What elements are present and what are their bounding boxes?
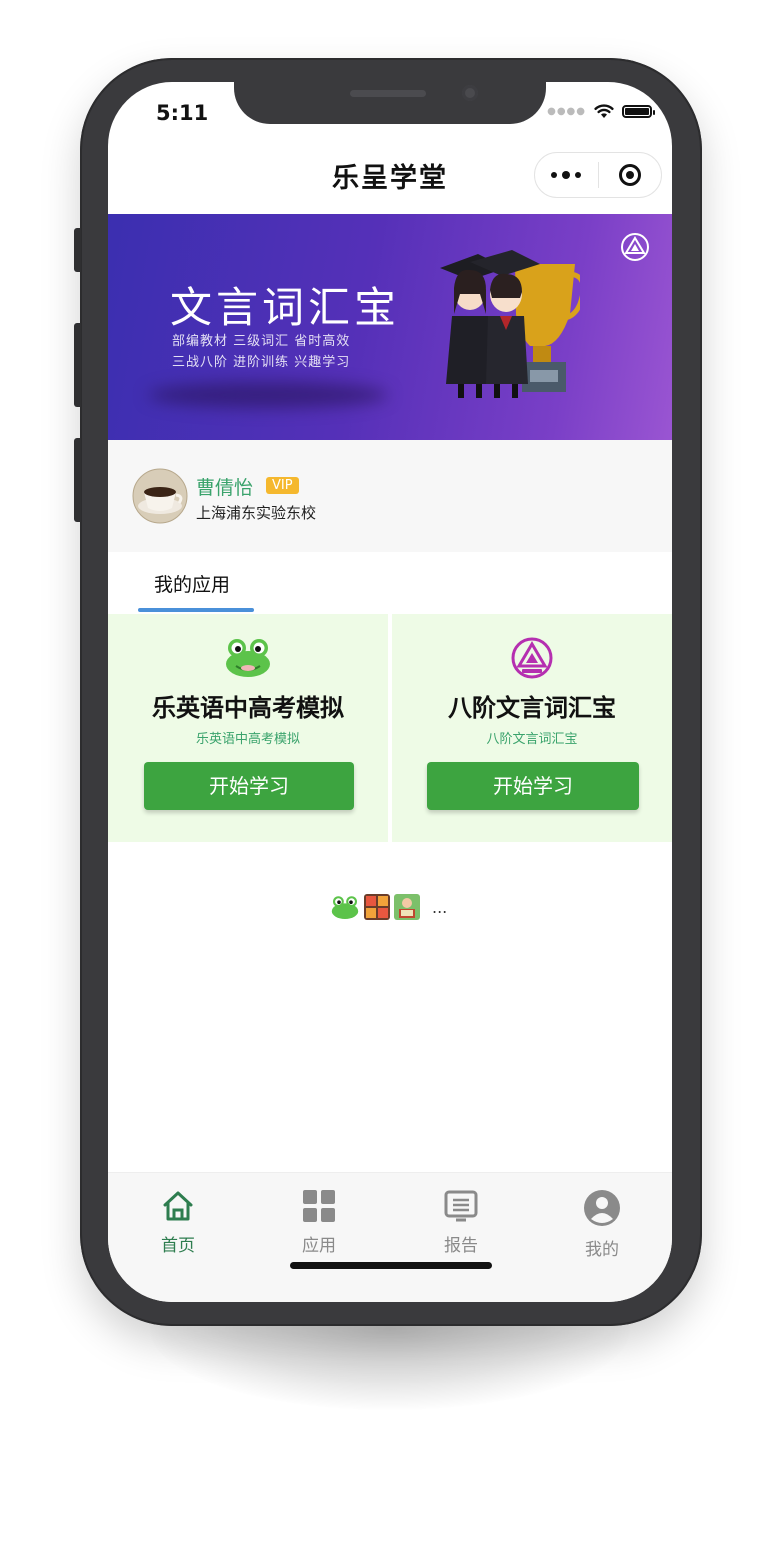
mute-switch [74, 228, 81, 272]
banner-subtitle-1: 部编教材 三级词汇 省时高效 [172, 334, 351, 349]
my-apps-grid: 乐英语中高考模拟 乐英语中高考模拟 开始学习 八阶文言词汇宝 八阶文言词汇宝 开… [108, 614, 672, 842]
bottom-tab-bar: 首页 应用 报告 我的 [108, 1172, 672, 1302]
volume-up-button [74, 323, 81, 407]
app-subtitle: 八阶文言词汇宝 [486, 732, 578, 747]
more-apps-ellipsis: ... [432, 897, 448, 917]
signal-icon: ●●●● [547, 106, 586, 117]
baijie-triangle-logo-icon [511, 637, 553, 679]
coffee-cup-avatar [132, 468, 188, 524]
screen: 5:11 ●●●● 乐呈学堂 文言词汇宝 部编教材 三级词汇 省时高效 三战八阶… [108, 82, 672, 1302]
tab-me[interactable]: 我的 [562, 1189, 642, 1260]
frog-icon [226, 639, 270, 677]
speaker [350, 90, 426, 97]
status-icons: ●●●● [547, 104, 655, 119]
graduates-trophy-illustration [440, 250, 580, 398]
tab-report[interactable]: 报告 [421, 1189, 501, 1256]
battery-icon [622, 105, 655, 118]
banner-glow [148, 382, 388, 408]
more-dots-icon[interactable] [535, 171, 598, 179]
more-apps-row[interactable]: ... [330, 894, 447, 920]
user-icon [584, 1190, 620, 1226]
tab-my-apps-label: 我的应用 [154, 574, 231, 596]
notch [234, 82, 546, 124]
app-name: 八阶文言词汇宝 [448, 694, 616, 722]
tab-home-label: 首页 [161, 1236, 195, 1256]
promo-banner[interactable]: 文言词汇宝 部编教材 三级词汇 省时高效 三战八阶 进阶训练 兴趣学习 [108, 214, 672, 440]
app-subtitle: 乐英语中高考模拟 [195, 732, 300, 747]
mini-program-capsule [534, 152, 662, 198]
tab-apps-label: 应用 [302, 1236, 336, 1256]
tab-home[interactable]: 首页 [138, 1189, 218, 1256]
home-indicator[interactable] [290, 1262, 492, 1269]
math-tiles-icon [364, 894, 390, 920]
home-icon [163, 1191, 193, 1221]
app-name: 乐英语中高考模拟 [152, 694, 344, 722]
user-school: 上海浦东实验东校 [196, 504, 317, 522]
tab-me-label: 我的 [585, 1240, 619, 1260]
banner-title: 文言词汇宝 [170, 283, 401, 332]
app-card-classical-chinese[interactable]: 八阶文言词汇宝 八阶文言词汇宝 开始学习 [392, 614, 672, 842]
tab-apps[interactable]: 应用 [279, 1189, 359, 1256]
target-close-icon[interactable] [599, 164, 662, 186]
start-learning-button[interactable]: 开始学习 [427, 762, 639, 810]
phone-frame: 5:11 ●●●● 乐呈学堂 文言词汇宝 部编教材 三级词汇 省时高效 三战八阶… [74, 58, 702, 1326]
reading-kid-icon [394, 894, 420, 920]
tab-indicator [138, 608, 254, 612]
tab-report-label: 报告 [444, 1236, 478, 1256]
user-profile-row[interactable]: 曹倩怡 VIP 上海浦东实验东校 [108, 440, 672, 552]
user-name: 曹倩怡 [196, 477, 254, 499]
status-time: 5:11 [156, 101, 209, 125]
frog-icon [331, 896, 359, 919]
tab-my-apps[interactable]: 我的应用 [138, 552, 254, 612]
wifi-icon [594, 104, 614, 118]
front-camera [462, 85, 478, 101]
vip-badge: VIP [266, 477, 299, 494]
volume-down-button [74, 438, 81, 522]
baijie-triangle-logo-icon [621, 233, 649, 261]
app-card-english[interactable]: 乐英语中高考模拟 乐英语中高考模拟 开始学习 [108, 614, 388, 842]
report-icon [444, 1190, 478, 1222]
start-learning-button[interactable]: 开始学习 [144, 762, 354, 810]
grid-icon [303, 1190, 335, 1222]
banner-subtitle-2: 三战八阶 进阶训练 兴趣学习 [172, 355, 351, 370]
